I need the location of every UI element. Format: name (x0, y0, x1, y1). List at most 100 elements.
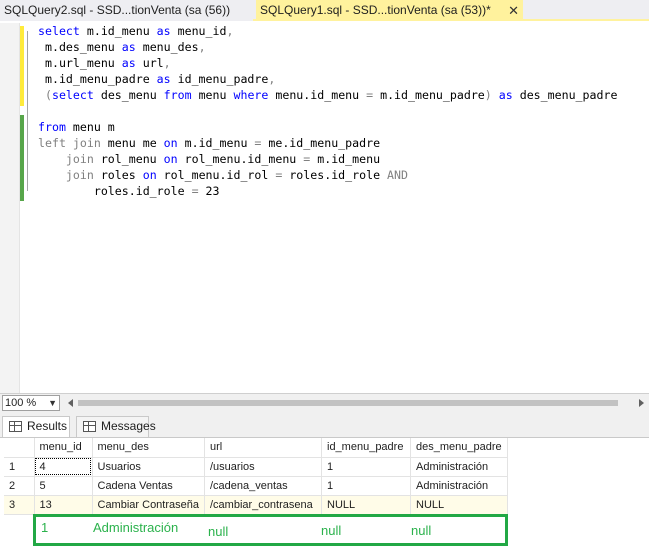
column-header[interactable]: url (204, 438, 322, 458)
code-token: , (226, 24, 234, 38)
query-editor[interactable]: select m.id_menu as menu_id, m.des_menu … (0, 23, 649, 393)
grid-icon (9, 421, 22, 432)
code-line[interactable]: m.url_menu as url, (38, 55, 617, 71)
code-token: roles (93, 168, 143, 182)
table-cell[interactable]: 1 (321, 457, 411, 477)
code-token: AND (387, 168, 408, 182)
horizontal-scrollbar[interactable] (66, 398, 646, 408)
table-cell[interactable]: /usuarios (204, 457, 322, 477)
column-header[interactable]: des_menu_padre (410, 438, 508, 458)
sql-code[interactable]: select m.id_menu as menu_id, m.des_menu … (38, 23, 617, 199)
column-header[interactable]: id_menu_padre (321, 438, 411, 458)
code-token: menu.id_menu (268, 88, 367, 102)
chevron-down-icon: ▼ (48, 398, 57, 408)
code-line[interactable]: m.des_menu as menu_des, (38, 39, 617, 55)
table-cell[interactable]: Administración (410, 476, 508, 496)
code-token: des_menu_padre (512, 88, 618, 102)
table-cell[interactable]: Cadena Ventas (92, 476, 205, 496)
annotation-value: 1 (41, 520, 49, 535)
tab-messages-label: Messages (101, 419, 156, 433)
code-token: as (121, 56, 136, 70)
code-token: left join (38, 136, 101, 150)
code-token: on (142, 168, 157, 182)
column-header[interactable]: menu_id (34, 438, 93, 458)
code-token: m.id_menu (79, 24, 157, 38)
code-token: rol_menu.id_rol (156, 168, 276, 182)
annotation-value: null (208, 524, 229, 539)
table-cell[interactable]: Cambiar Contraseña (92, 495, 205, 515)
column-header[interactable]: menu_des (92, 438, 205, 458)
annotation-value: Administración (93, 520, 179, 535)
code-token: , (198, 40, 206, 54)
table-cell[interactable]: 5 (34, 476, 93, 496)
code-token: select (51, 88, 94, 102)
code-token: as (156, 24, 171, 38)
tab-label: SQLQuery1.sql - SSD...tionVenta (sa (53)… (260, 3, 491, 17)
code-token: id_menu_padre (170, 72, 269, 86)
tab-results[interactable]: Results (2, 416, 70, 437)
tab-label: SQLQuery2.sql - SSD...tionVenta (sa (56)… (4, 3, 231, 17)
code-line[interactable]: select m.id_menu as menu_id, (38, 23, 617, 39)
outline-collapse-line (27, 31, 28, 191)
code-token: ( (44, 88, 52, 102)
row-number[interactable]: 3 (4, 495, 35, 515)
table-cell[interactable]: 4 (34, 457, 93, 477)
table-cell[interactable]: /cambiar_contrasena (204, 495, 322, 515)
code-token: , (163, 56, 171, 70)
code-line[interactable]: left join menu me on m.id_menu = me.id_m… (38, 135, 617, 151)
table-row[interactable]: 1 4 Usuarios /usuarios 1 Administración (4, 457, 508, 477)
code-token: menu (191, 88, 234, 102)
code-line[interactable]: join roles on rol_menu.id_rol = roles.id… (38, 167, 617, 183)
code-token: menu me (100, 136, 164, 150)
code-line[interactable]: m.id_menu_padre as id_menu_padre, (38, 71, 617, 87)
code-token: roles.id_role (38, 184, 192, 198)
code-token: as (121, 40, 136, 54)
table-cell[interactable]: Administración (410, 457, 508, 477)
code-line[interactable]: join rol_menu on rol_menu.id_menu = m.id… (38, 151, 617, 167)
annotation-value: null (321, 523, 342, 538)
results-grid[interactable]: menu_id menu_des url id_menu_padre des_m… (4, 438, 508, 515)
code-token: where (233, 88, 269, 102)
saved-change-bar (20, 115, 24, 201)
tab-results-label: Results (27, 419, 68, 433)
code-line[interactable]: from menu m (38, 119, 617, 135)
code-token: , (268, 72, 276, 86)
row-number-header[interactable] (4, 438, 35, 458)
document-tab-strip: SQLQuery2.sql - SSD...tionVenta (sa (56)… (0, 0, 649, 21)
table-cell[interactable]: NULL (321, 495, 411, 515)
code-line[interactable]: (select des_menu from menu where menu.id… (38, 87, 617, 103)
tab-messages[interactable]: Messages (76, 416, 156, 437)
table-row[interactable]: 3 13 Cambiar Contraseña /cambiar_contras… (4, 495, 508, 515)
table-cell[interactable]: 13 (34, 495, 93, 515)
row-number[interactable]: 1 (4, 457, 35, 477)
row-number[interactable]: 2 (4, 476, 35, 496)
code-token: roles.id_role (282, 168, 388, 182)
messages-icon (83, 421, 96, 432)
code-token: url (135, 56, 164, 70)
unsaved-change-bar (20, 26, 24, 106)
zoom-dropdown[interactable]: 100 % ▼ (2, 395, 60, 411)
table-cell[interactable]: /cadena_ventas (204, 476, 322, 496)
zoom-value: 100 % (5, 397, 37, 409)
table-row[interactable]: 2 5 Cadena Ventas /cadena_ventas 1 Admin… (4, 476, 508, 496)
code-token: menu_id (170, 24, 227, 38)
table-cell[interactable]: 1 (321, 476, 411, 496)
table-cell[interactable]: NULL (410, 495, 508, 515)
grid-header-row: menu_id menu_des url id_menu_padre des_m… (4, 438, 508, 458)
code-token: as (156, 72, 171, 86)
code-token: = (191, 184, 199, 198)
table-cell[interactable]: Usuarios (92, 457, 205, 477)
code-token: m.url_menu (38, 56, 122, 70)
close-icon[interactable]: ✕ (508, 0, 519, 21)
code-token: join (65, 168, 94, 182)
code-line[interactable]: roles.id_role = 23 (38, 183, 617, 199)
code-token: menu_des (135, 40, 199, 54)
code-line[interactable] (38, 103, 617, 119)
tab-sqlquery2[interactable]: SQLQuery2.sql - SSD...tionVenta (sa (56)… (0, 0, 253, 21)
code-token: on (163, 136, 178, 150)
tab-sqlquery1[interactable]: SQLQuery1.sql - SSD...tionVenta (sa (53)… (256, 0, 523, 21)
